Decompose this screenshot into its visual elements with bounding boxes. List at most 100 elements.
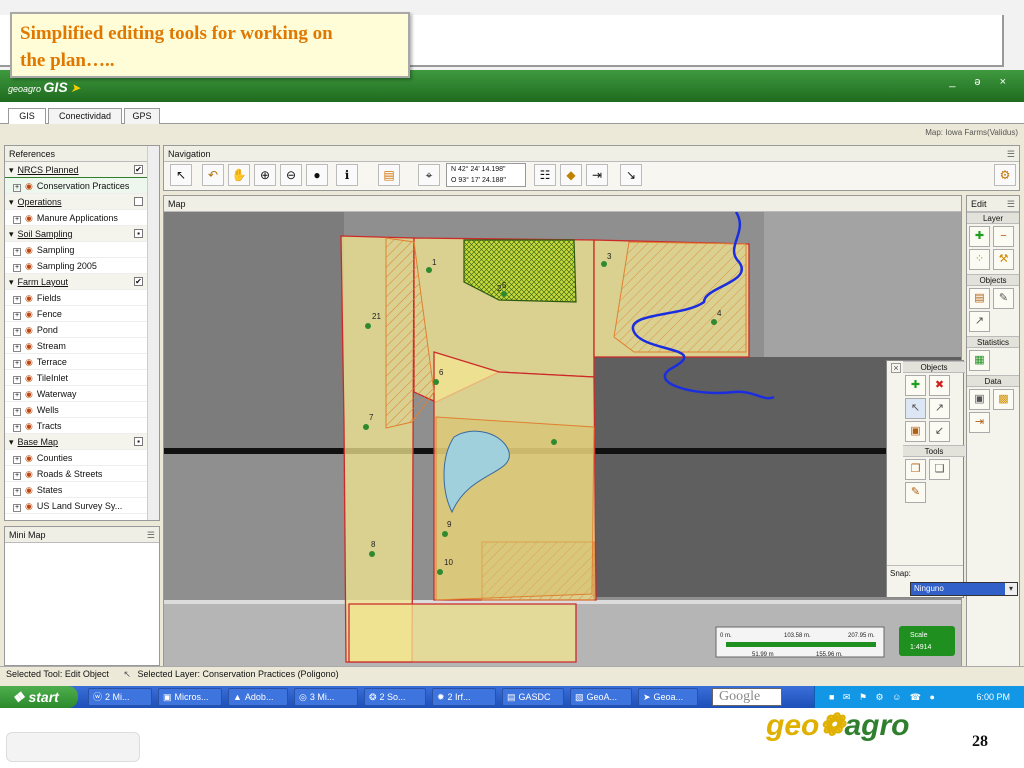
expand-icon[interactable]: + (13, 328, 21, 336)
tab-conectividad[interactable]: Conectividad (48, 108, 122, 124)
eye-icon[interactable]: ◉ (25, 453, 33, 463)
expand-icon[interactable]: + (13, 312, 21, 320)
add-object-icon[interactable]: ✚ (905, 375, 926, 396)
expand-icon[interactable]: + (13, 472, 21, 480)
expand-icon[interactable]: + (13, 488, 21, 496)
identify-icon[interactable]: ℹ (336, 164, 358, 186)
taskbar-button[interactable]: ➤ Geoa... (638, 688, 698, 706)
reference-group[interactable]: ▾ NRCS Planned ✔ (5, 162, 159, 178)
reference-layer[interactable]: + ◉ Waterway (5, 386, 159, 402)
caret-down-icon[interactable]: ▾ (9, 165, 14, 175)
expand-icon[interactable]: + (13, 216, 21, 224)
eye-icon[interactable]: ◉ (25, 469, 33, 479)
eye-icon[interactable]: ◉ (25, 325, 33, 335)
layer-tool-icon[interactable]: ▤ (378, 164, 400, 186)
reference-layer[interactable]: + ◉ Conservation Practices (5, 177, 159, 195)
eye-icon[interactable]: ◉ (25, 261, 33, 271)
reference-layer[interactable]: + ◉ TileInlet (5, 370, 159, 386)
close-icon[interactable]: × (891, 363, 901, 373)
pin-icon[interactable]: ☰ (147, 527, 155, 543)
expand-icon[interactable]: + (13, 264, 21, 272)
taskbar-button[interactable]: ▧ GeoA... (570, 688, 632, 706)
reshape-icon[interactable]: ↙ (929, 421, 950, 442)
reference-layer[interactable]: + ◉ Stream (5, 338, 159, 354)
taskbar-button[interactable]: ▲ Adob... (228, 688, 288, 706)
tray-icons[interactable]: ■ ✉ ⚑ ⚙ ☺ ☎ ● (829, 692, 938, 702)
zoom-in-icon[interactable]: ⊕ (254, 164, 276, 186)
tab-gis[interactable]: GIS (8, 108, 46, 124)
eye-icon[interactable]: ◉ (25, 421, 33, 431)
eraser-icon[interactable]: ◆ (560, 164, 582, 186)
pin-icon[interactable]: ☰ (1007, 146, 1015, 162)
edit-object-icon[interactable]: ↖ (905, 398, 926, 419)
paste-icon[interactable]: ❑ (929, 459, 950, 480)
caret-down-icon[interactable]: ▾ (9, 197, 14, 207)
expand-icon[interactable]: + (13, 376, 21, 384)
layer-edit-icon[interactable]: ⚒ (993, 249, 1014, 270)
split-icon[interactable]: ▣ (905, 421, 926, 442)
eye-icon[interactable]: ◉ (25, 485, 33, 495)
taskbar-button[interactable]: ⓦ 2 Mi... (88, 688, 152, 706)
copy-icon[interactable]: ❐ (905, 459, 926, 480)
reference-layer[interactable]: + ◉ Terrace (5, 354, 159, 370)
caret-down-icon[interactable]: ▾ (9, 437, 14, 447)
reference-layer[interactable]: + ◉ Counties (5, 450, 159, 466)
reference-group[interactable]: ▾ Farm Layout ✔ (5, 274, 159, 290)
export-icon[interactable]: ⇥ (586, 164, 608, 186)
reference-layer[interactable]: + ◉ Fence (5, 306, 159, 322)
expand-icon[interactable]: + (13, 248, 21, 256)
map-canvas[interactable]: 1 2 3 4 5 6 7 8 9 10 21 0 m. 103.58 m. 2… (164, 212, 961, 666)
group-checkbox[interactable]: ✔ (134, 277, 143, 286)
eye-icon[interactable]: ◉ (25, 341, 33, 351)
info-tool-icon[interactable]: ☷ (534, 164, 556, 186)
eye-icon[interactable]: ◉ (25, 245, 33, 255)
reference-layer[interactable]: + ◉ Pond (5, 322, 159, 338)
reference-layer[interactable]: + ◉ Sampling (5, 242, 159, 258)
tab-gps[interactable]: GPS (124, 108, 160, 124)
expand-icon[interactable]: + (13, 424, 21, 432)
reference-layer[interactable]: + ◉ Manure Applications (5, 210, 159, 226)
edit-vertex-icon[interactable]: ↗ (929, 398, 950, 419)
taskbar-button[interactable]: ▤ GASDC (502, 688, 564, 706)
reference-group[interactable]: ▾ Operations (5, 194, 159, 210)
caret-down-icon[interactable]: ▾ (9, 277, 14, 287)
eye-icon[interactable]: ◉ (25, 181, 33, 191)
reference-group[interactable]: ▾ Base Map ▪ (5, 434, 159, 450)
eye-icon[interactable]: ◉ (25, 293, 33, 303)
eye-icon[interactable]: ◉ (25, 501, 33, 511)
add-layer-icon[interactable]: ✚ (969, 226, 990, 247)
pencil-icon[interactable]: ✎ (905, 482, 926, 503)
caret-down-icon[interactable]: ▾ (9, 229, 14, 239)
reference-group[interactable]: ▾ Soil Sampling ▪ (5, 226, 159, 242)
select-arrow-icon[interactable]: ↖ (170, 164, 192, 186)
expand-icon[interactable]: + (13, 392, 21, 400)
remove-layer-icon[interactable]: − (993, 226, 1014, 247)
expand-icon[interactable]: + (13, 456, 21, 464)
expand-icon[interactable]: + (13, 408, 21, 416)
group-checkbox[interactable] (134, 197, 143, 206)
eye-icon[interactable]: ◉ (25, 357, 33, 367)
object-pencil-icon[interactable]: ✎ (993, 288, 1014, 309)
group-checkbox[interactable]: ✔ (134, 165, 143, 174)
reference-layer[interactable]: + ◉ Wells (5, 402, 159, 418)
eye-icon[interactable]: ◉ (25, 213, 33, 223)
expand-icon[interactable]: + (13, 344, 21, 352)
reference-layer[interactable]: + ◉ Fields (5, 290, 159, 306)
field-polygon[interactable] (348, 603, 577, 663)
expand-icon[interactable]: + (13, 184, 21, 192)
taskbar-button[interactable]: ◎ 3 Mi... (294, 688, 358, 706)
snap-select[interactable]: Ninguno ▾ (910, 582, 1018, 596)
pin-icon[interactable]: ☰ (1007, 196, 1015, 212)
object-xy-icon[interactable]: ↗ (969, 311, 990, 332)
reference-layer[interactable]: + ◉ States (5, 482, 159, 498)
group-checkbox[interactable]: ▪ (134, 229, 143, 238)
chevron-down-icon[interactable]: ▾ (1005, 583, 1017, 595)
reference-layer[interactable]: + ◉ Roads & Streets (5, 466, 159, 482)
eye-icon[interactable]: ◉ (25, 389, 33, 399)
measure-icon[interactable]: ⌖ (418, 164, 440, 186)
settings-gear-icon[interactable]: ⚙ (994, 164, 1016, 186)
pan-hand-icon[interactable]: ✋ (228, 164, 250, 186)
references-scrollbar[interactable] (147, 146, 159, 520)
export-data-icon[interactable]: ⇥ (969, 412, 990, 433)
undo-icon[interactable]: ↶ (202, 164, 224, 186)
